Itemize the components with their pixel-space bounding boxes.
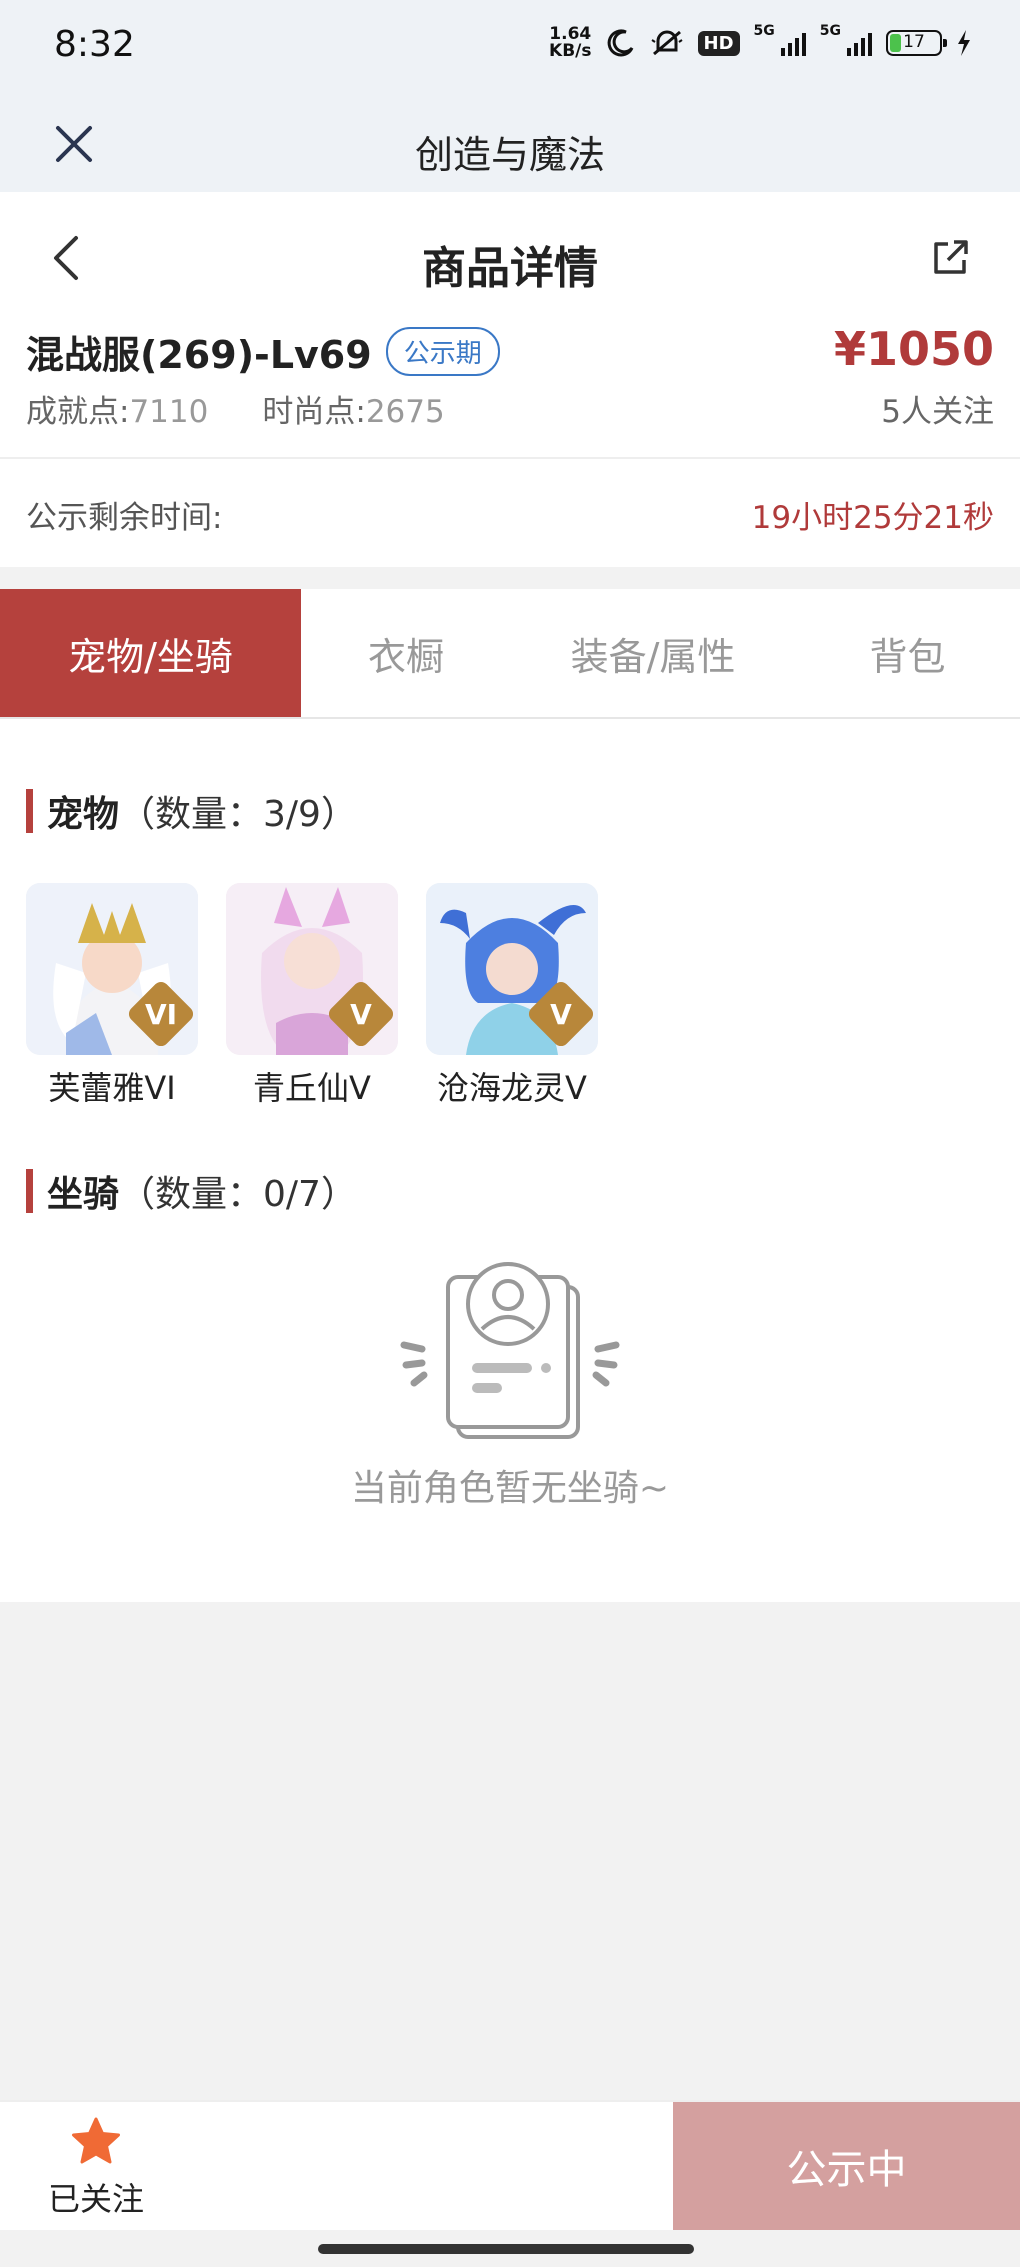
pet-avatar: VI: [26, 883, 198, 1055]
product-card: 商品详情 混战服(269)-Lv69 公示期 ¥1050 成就点:7110 时尚…: [0, 192, 1020, 567]
moon-icon: [607, 29, 633, 57]
pet-level: V: [550, 997, 572, 1031]
empty-state-text: 当前角色暂无坐骑~: [350, 1468, 670, 1509]
achievement-label: 成就点:: [26, 394, 130, 430]
charging-icon: [958, 30, 970, 56]
pets-title: 宠物: [47, 794, 120, 835]
pet-name: 沧海龙灵V: [437, 1069, 587, 1107]
divider: [0, 457, 1020, 459]
pet-item[interactable]: V 青丘仙V: [226, 883, 398, 1109]
follow-button[interactable]: 已关注: [46, 2116, 146, 2220]
follower-count: 5人关注: [881, 394, 994, 430]
pet-level: VI: [144, 997, 178, 1031]
follow-label: 已关注: [47, 2180, 144, 2218]
page-title: 商品详情: [422, 243, 598, 294]
product-name-row: 混战服(269)-Lv69 公示期: [26, 324, 500, 379]
pet-name: 芙蕾雅VI: [48, 1069, 176, 1107]
status-icons: 1.64 KB/s HD 5G 5G 17: [549, 23, 972, 60]
hd-icon: HD: [697, 30, 740, 56]
pets-count: （数量：3/9）: [119, 794, 357, 835]
achievement-points: 成就点:7110: [26, 386, 208, 431]
bottom-bar: 已关注 公示中: [0, 2100, 1020, 2230]
network-speed: 1.64 KB/s: [549, 26, 591, 60]
mounts-title: 坐骑: [47, 1174, 120, 1215]
empty-profile-card-icon: [400, 1262, 620, 1439]
product-price: ¥1050: [833, 322, 994, 376]
signal-icon-2: [847, 30, 872, 56]
battery-level: 17: [903, 32, 925, 52]
tab-equipment[interactable]: 装备/属性: [511, 589, 795, 717]
tab-wardrobe[interactable]: 衣橱: [301, 589, 511, 717]
achievement-value: 7110: [129, 394, 209, 430]
pet-item[interactable]: VI 芙蕾雅VI: [26, 883, 198, 1109]
app-bar: 创造与魔法: [0, 96, 1020, 192]
pet-item[interactable]: V 沧海龙灵V: [426, 883, 598, 1109]
timer-value: 19小时25分21秒: [751, 500, 994, 536]
pet-name: 青丘仙V: [253, 1069, 371, 1107]
product-name: 混战服(269)-Lv69: [26, 333, 372, 377]
fashion-label: 时尚点:: [262, 394, 366, 430]
tab-pets-mounts[interactable]: 宠物/坐骑: [0, 589, 301, 717]
home-indicator[interactable]: [318, 2244, 694, 2254]
pet-avatar: V: [426, 883, 598, 1055]
tab-content: 宠物 （数量：3/9） VI 芙蕾雅VI V 青丘仙V V 沧海龙灵V 坐骑 （…: [0, 719, 1020, 1602]
network-type-2: 5G: [819, 23, 841, 39]
tab-bar: 宠物/坐骑 衣橱 装备/属性 背包: [0, 589, 1020, 719]
status-bar: 8:32 1.64 KB/s HD 5G 5G 17: [0, 0, 1020, 96]
star-icon: [72, 2117, 120, 2164]
mounts-section-title: 坐骑 （数量：0/7）: [26, 1165, 357, 1217]
timer-label: 公示剩余时间:: [26, 500, 223, 536]
pet-avatar: V: [226, 883, 398, 1055]
section-marker: [26, 789, 33, 833]
pets-section-title: 宠物 （数量：3/9）: [26, 785, 357, 837]
status-action-button[interactable]: 公示中: [673, 2102, 1020, 2230]
speed-unit: KB/s: [549, 41, 592, 61]
product-stats: 成就点:7110 时尚点:2675: [26, 386, 445, 431]
section-marker: [26, 1169, 33, 1213]
battery-icon: 17: [886, 30, 947, 56]
fashion-points: 时尚点:2675: [262, 386, 444, 431]
mounts-count: （数量：0/7）: [119, 1174, 357, 1215]
status-badge: 公示期: [385, 327, 500, 376]
status-time: 8:32: [54, 24, 135, 65]
signal-icon: [780, 30, 806, 56]
app-title: 创造与魔法: [414, 133, 605, 177]
network-type-1: 5G: [753, 23, 775, 39]
pet-level: V: [350, 997, 372, 1031]
share-icon[interactable]: [930, 238, 970, 278]
pet-list: VI 芙蕾雅VI V 青丘仙V V 沧海龙灵V: [26, 883, 598, 1109]
page-header: 商品详情: [0, 192, 1020, 322]
tab-backpack[interactable]: 背包: [795, 589, 1020, 717]
fashion-value: 2675: [365, 394, 445, 430]
mute-icon: [650, 30, 683, 56]
